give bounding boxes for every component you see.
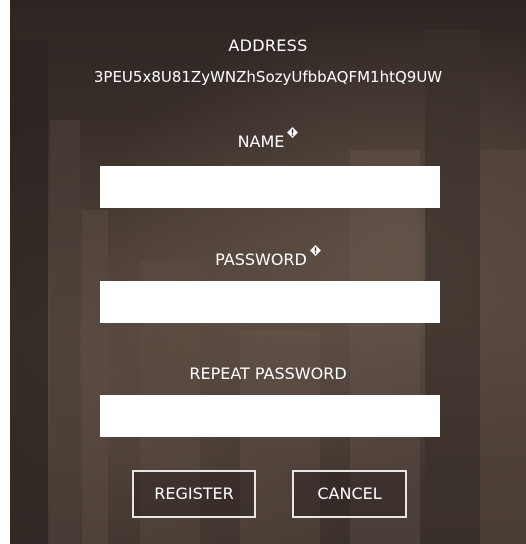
info-icon[interactable] bbox=[309, 245, 321, 256]
info-icon[interactable] bbox=[287, 127, 299, 138]
name-label-row: NAME bbox=[10, 127, 526, 151]
register-button[interactable]: REGISTER bbox=[132, 470, 256, 518]
repeat-password-input[interactable] bbox=[100, 395, 440, 437]
name-input[interactable] bbox=[100, 166, 440, 208]
register-dialog: ADDRESS 3PEU5x8U81ZyWNZhSozyUfbbAQFM1htQ… bbox=[10, 0, 526, 544]
address-value: 3PEU5x8U81ZyWNZhSozyUfbbAQFM1htQ9UW bbox=[93, 68, 443, 86]
address-title: ADDRESS bbox=[228, 36, 308, 55]
password-label: PASSWORD bbox=[215, 250, 307, 269]
repeat-password-label: REPEAT PASSWORD bbox=[189, 364, 347, 383]
password-label-row: PASSWORD bbox=[10, 245, 526, 269]
password-input[interactable] bbox=[100, 281, 440, 323]
name-label: NAME bbox=[237, 132, 285, 151]
cancel-button[interactable]: CANCEL bbox=[292, 470, 407, 518]
